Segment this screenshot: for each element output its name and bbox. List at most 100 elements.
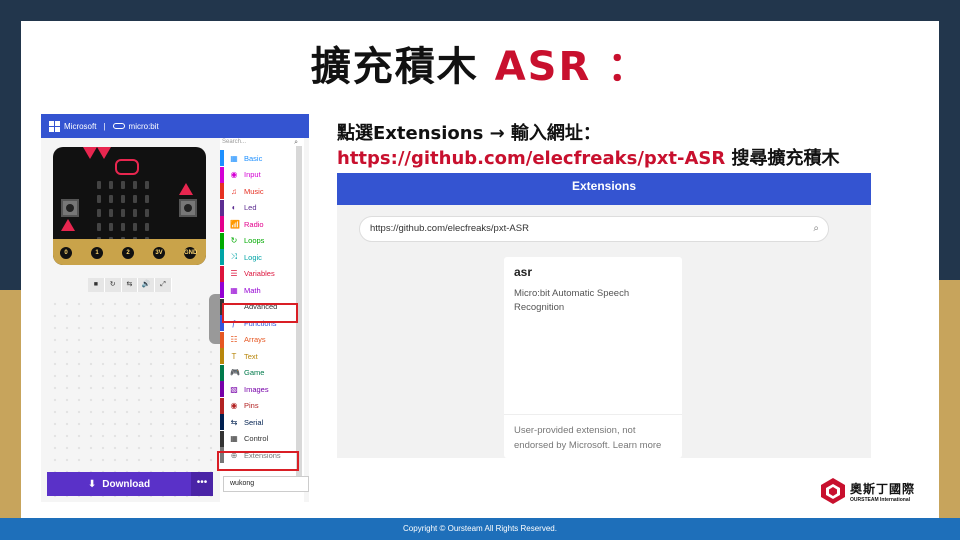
toolbox-category-math[interactable]: ▦ Math bbox=[220, 282, 298, 298]
extension-url: https://github.com/elecfreaks/pxt-ASR bbox=[337, 148, 726, 169]
category-label: Control bbox=[244, 434, 269, 443]
pin-0[interactable]: 0 bbox=[58, 245, 74, 261]
category-label: Text bbox=[244, 351, 258, 361]
board-decoration-icon bbox=[179, 183, 193, 195]
makecode-editor: Microsoft | micro:bit 0 1 2 3V GND ■ ↻ ⇆… bbox=[41, 114, 309, 502]
toolbox-category-logic[interactable]: ⤨ Logic bbox=[220, 249, 298, 265]
pin-2[interactable]: 2 bbox=[120, 245, 136, 261]
toolbox-category-pins[interactable]: ◉ Pins bbox=[220, 397, 298, 414]
slide-title: 擴充積木 ASR ： bbox=[0, 34, 960, 92]
toolbox-category-input[interactable]: ◉ Input bbox=[220, 166, 298, 183]
logic-icon: ⤨ bbox=[230, 252, 238, 261]
project-name-input[interactable]: wukong bbox=[223, 476, 309, 492]
toolbox-category-led[interactable]: ◐ Led bbox=[220, 199, 298, 216]
math-icon: ▦ bbox=[230, 285, 238, 295]
learn-more-link[interactable]: Learn more bbox=[613, 440, 662, 451]
header-separator: | bbox=[103, 121, 106, 131]
title-accent: ASR ： bbox=[494, 44, 650, 90]
sound-icon[interactable]: 🔊 bbox=[138, 278, 156, 292]
extensions-search-input[interactable]: https://github.com/elecfreaks/pxt-ASR ⌕ bbox=[359, 216, 829, 242]
search-icon[interactable]: ⌕ bbox=[813, 217, 819, 241]
category-label: Music bbox=[244, 186, 264, 196]
toolbox-category-serial[interactable]: ⇆ Serial bbox=[220, 414, 298, 430]
category-label: Serial bbox=[244, 417, 264, 427]
restart-icon[interactable]: ↻ bbox=[105, 278, 122, 292]
toolbox-category-music[interactable]: ♫ Music bbox=[220, 183, 298, 199]
game-icon: 🎮 bbox=[230, 368, 240, 377]
led-matrix bbox=[97, 181, 151, 245]
pin-3v: 3V bbox=[151, 245, 167, 261]
pins-icon: ◉ bbox=[230, 401, 238, 410]
category-label: Game bbox=[244, 368, 265, 377]
brand-logo: 奧斯丁國際 OURSTEAM International bbox=[820, 476, 940, 506]
toolbox-search-input[interactable]: Search... ⌕ bbox=[222, 139, 302, 149]
toolbox-category-radio[interactable]: 📶 Radio bbox=[220, 216, 298, 232]
oursteam-logo-icon bbox=[821, 478, 845, 504]
highlight-extensions bbox=[217, 451, 299, 471]
basic-icon: ▦ bbox=[230, 153, 238, 163]
highlight-advanced bbox=[222, 303, 298, 323]
simulator: 0 1 2 3V GND ■ ↻ ⇆ 🔊 ⤢ bbox=[41, 138, 220, 498]
board-decoration-icon bbox=[97, 147, 111, 159]
serial-icon: ⇆ bbox=[230, 417, 238, 427]
title-main: 擴充積木 bbox=[310, 44, 479, 90]
loops-icon: ↻ bbox=[230, 236, 238, 245]
category-label: Arrays bbox=[244, 335, 266, 344]
more-options-button[interactable]: ••• bbox=[191, 472, 213, 496]
toolbox-category-game[interactable]: 🎮 Game bbox=[220, 364, 298, 381]
fullscreen-icon[interactable]: ⤢ bbox=[155, 278, 172, 292]
download-label: Download bbox=[102, 478, 151, 490]
download-icon: ⬇ bbox=[87, 478, 97, 490]
board-decoration-icon bbox=[83, 147, 97, 159]
logo-touch-icon[interactable] bbox=[115, 159, 139, 175]
category-label: Loops bbox=[244, 236, 265, 245]
text-icon: T bbox=[231, 351, 237, 361]
card-footer: User-provided extension, not endorsed by… bbox=[504, 414, 682, 458]
category-label: Logic bbox=[244, 252, 262, 262]
category-label: Math bbox=[244, 285, 261, 295]
category-label: Variables bbox=[244, 269, 275, 278]
logo-english: OURSTEAM International bbox=[850, 496, 911, 503]
category-label: Led bbox=[244, 203, 257, 212]
extensions-header: Extensions bbox=[337, 173, 871, 205]
search-value: https://github.com/elecfreaks/pxt-ASR bbox=[370, 223, 529, 234]
board-decoration-icon bbox=[61, 219, 75, 231]
extension-card-asr[interactable]: asr Micro:bit Automatic Speech Recogniti… bbox=[504, 257, 682, 458]
toolbox-category-control[interactable]: ▦ Control bbox=[220, 430, 298, 447]
arrays-icon: ☷ bbox=[230, 335, 238, 344]
stop-icon[interactable]: ■ bbox=[88, 278, 105, 292]
microbit-board[interactable]: 0 1 2 3V GND bbox=[53, 147, 206, 265]
download-button[interactable]: ⬇ Download bbox=[47, 472, 191, 496]
card-description: Micro:bit Automatic Speech Recognition bbox=[514, 288, 630, 313]
toolbox-category-loops[interactable]: ↻ Loops bbox=[220, 232, 298, 249]
toolbox-category-basic[interactable]: ▦ Basic bbox=[220, 150, 298, 166]
button-a[interactable] bbox=[61, 199, 79, 217]
background-pattern bbox=[49, 298, 214, 498]
radio-icon: 📶 bbox=[230, 219, 240, 229]
edge-connector: 0 1 2 3V GND bbox=[53, 239, 206, 265]
microsoft-logo-icon bbox=[49, 120, 60, 132]
toolbox-category-images[interactable]: ▧ Images bbox=[220, 381, 298, 397]
instruction-line-1: 點選Extensions → 輸入網址： bbox=[337, 123, 601, 144]
toolbox-category-variables[interactable]: ☰ Variables bbox=[220, 265, 298, 282]
pin-1[interactable]: 1 bbox=[89, 245, 105, 261]
simulator-controls: ■ ↻ ⇆ 🔊 ⤢ bbox=[88, 278, 172, 292]
card-title: asr bbox=[514, 265, 533, 279]
button-b[interactable] bbox=[179, 199, 197, 217]
slowmo-icon[interactable]: ⇆ bbox=[122, 278, 139, 292]
toolbox-category-text[interactable]: T Text bbox=[220, 348, 298, 364]
music-icon: ♫ bbox=[231, 186, 237, 196]
category-label: Input bbox=[244, 170, 261, 179]
microsoft-label: Microsoft bbox=[64, 121, 97, 131]
logo-chinese: 奧斯丁國際 bbox=[850, 481, 916, 496]
images-icon: ▧ bbox=[230, 384, 238, 394]
category-label: Images bbox=[244, 384, 269, 394]
input-icon: ◉ bbox=[230, 170, 238, 179]
instruction-suffix: 搜尋擴充積木 bbox=[731, 148, 840, 169]
instruction-line-2: https://github.com/elecfreaks/pxt-ASR 搜尋… bbox=[337, 144, 840, 170]
category-label: Basic bbox=[244, 153, 263, 163]
control-icon: ▦ bbox=[230, 434, 238, 443]
variables-icon: ☰ bbox=[230, 269, 238, 278]
pin-gnd: GND bbox=[182, 245, 198, 261]
toolbox-category-arrays[interactable]: ☷ Arrays bbox=[220, 331, 298, 348]
